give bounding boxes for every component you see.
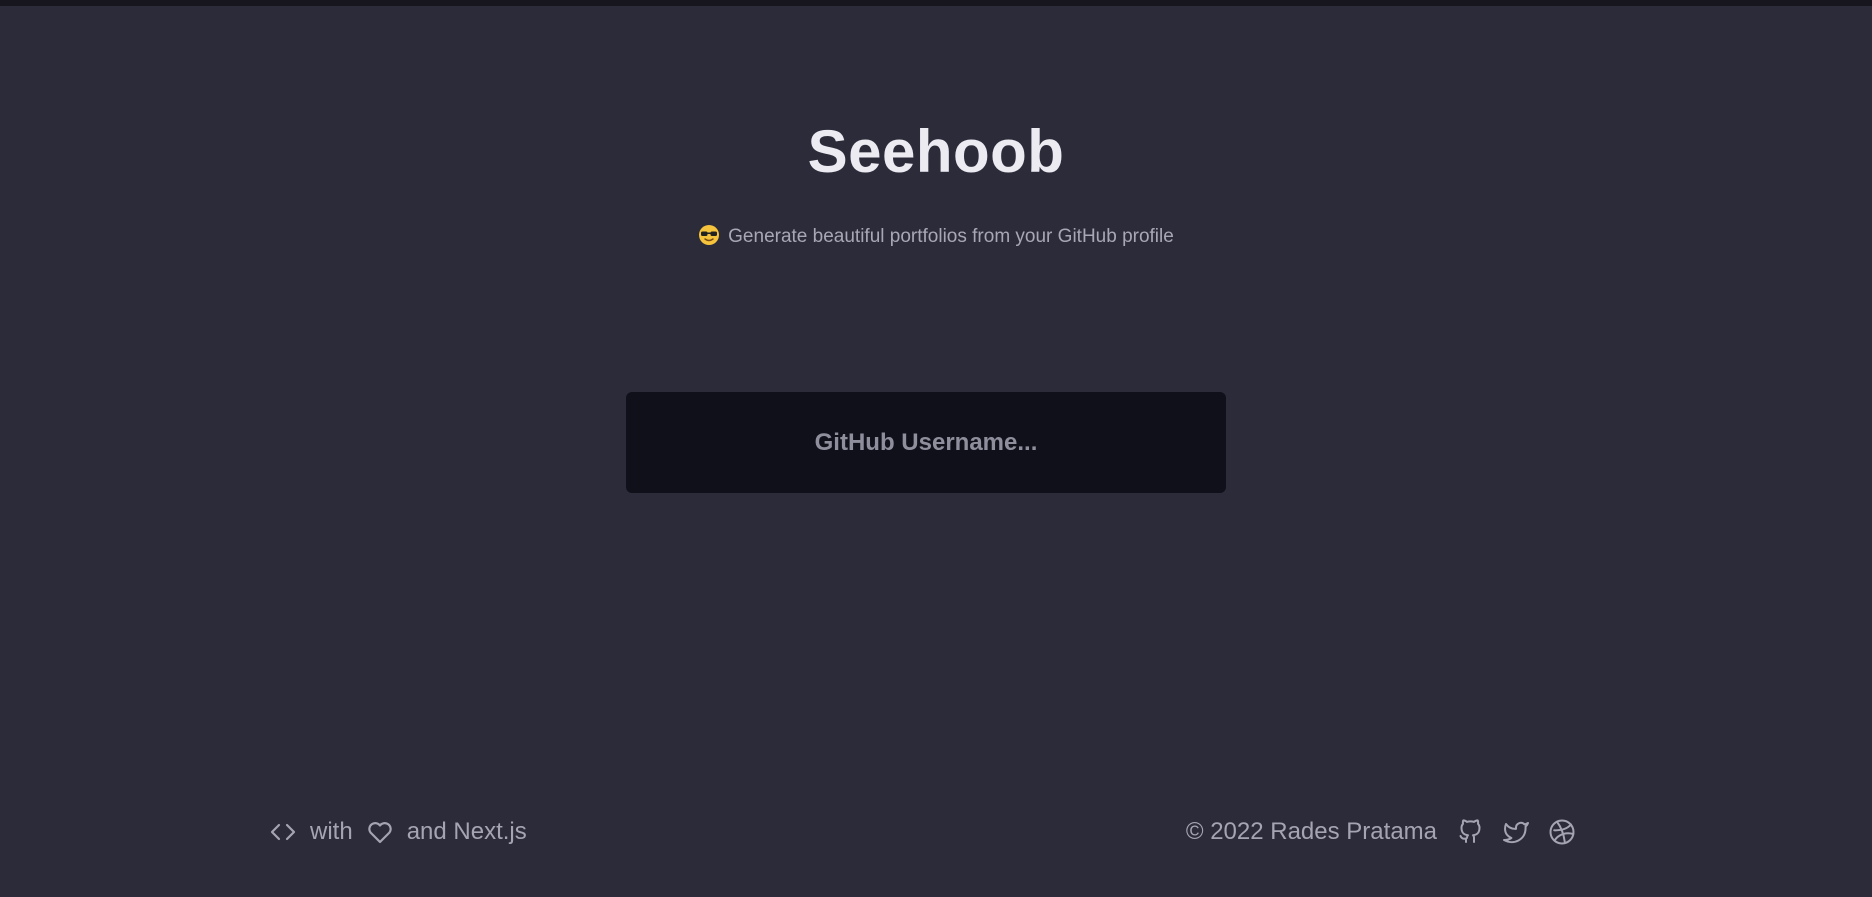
page-subtitle: Generate beautiful portfolios from your … [0,224,1872,249]
footer-made-with: with and Next.js [268,816,527,848]
twitter-icon [1501,817,1531,847]
github-username-input[interactable] [626,392,1226,493]
subtitle-text: Generate beautiful portfolios from your … [728,226,1174,247]
heart-icon [365,817,395,847]
footer-right: © 2022 Rades Pratama [1186,816,1577,848]
twitter-link[interactable] [1501,817,1531,847]
github-icon [1455,817,1485,847]
and-nextjs-text: and Next.js [406,818,527,845]
dribbble-icon [1547,817,1577,847]
search-box [626,392,1226,493]
social-links [1455,817,1577,847]
with-text: with [310,818,353,845]
github-link[interactable] [1455,817,1485,847]
dribbble-link[interactable] [1547,817,1577,847]
copyright-text: © 2022 Rades Pratama [1185,818,1437,845]
sunglasses-emoji-icon [698,224,720,246]
page-title: Seehoob [807,118,1065,185]
code-brackets-icon [268,817,298,847]
top-strip [0,0,1872,6]
